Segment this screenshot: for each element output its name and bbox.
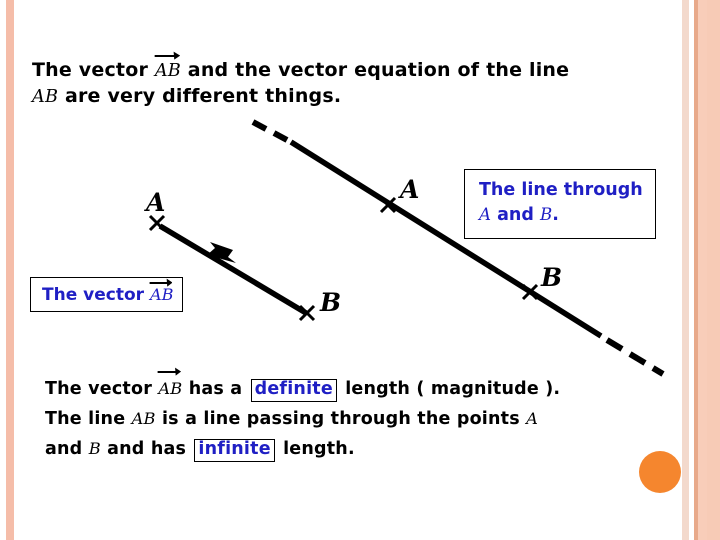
line-through-ab bbox=[251, 119, 665, 377]
callout-line-row-1: The line through bbox=[479, 178, 643, 203]
right-border-stripe-3 bbox=[698, 0, 707, 540]
callout-the-line-through-ab[interactable]: The line through A and B. bbox=[464, 169, 656, 239]
callout-line-text-1: The line through bbox=[479, 180, 643, 200]
bottom-line-2: The line AB is a line passing through th… bbox=[45, 404, 560, 434]
intro-line1-post: and the vector equation of the line bbox=[180, 59, 570, 81]
line-dash-top-1 bbox=[251, 119, 268, 132]
bottom-l3-post: length. bbox=[276, 439, 355, 460]
callout-line-row-2: A and B. bbox=[479, 203, 643, 228]
bottom-l1-post: length ( magnitude ). bbox=[338, 379, 561, 399]
bottom-vector-ab: AB bbox=[157, 367, 183, 404]
vector-ab-arrowhead-icon bbox=[207, 242, 236, 263]
intro-line2-post: are very different things. bbox=[58, 84, 342, 107]
bottom-l1-pre: The vector bbox=[45, 379, 159, 399]
callout-the-vector-ab[interactable]: The vector AB bbox=[30, 277, 184, 312]
callout-line-end: . bbox=[552, 205, 559, 226]
bottom-l2-pre: The line bbox=[45, 409, 132, 430]
line-point-b-marker bbox=[521, 283, 539, 301]
vector-point-a-marker bbox=[148, 214, 166, 232]
highlight-infinite[interactable]: infinite bbox=[194, 439, 275, 462]
line-point-a-label: A bbox=[400, 175, 420, 204]
bottom-l1-mid: has a bbox=[182, 379, 249, 399]
bottom-paragraph: The vector AB has a definite length ( ma… bbox=[45, 367, 561, 464]
bottom-line-1: The vector AB has a definite length ( ma… bbox=[45, 367, 561, 404]
bottom-l3-mid: and has bbox=[100, 439, 193, 460]
intro-line-2: AB are very different things. bbox=[32, 84, 569, 110]
bottom-l3-pre: and bbox=[45, 439, 89, 460]
right-border-stripe-1 bbox=[682, 0, 689, 540]
line-point-a-marker bbox=[379, 196, 397, 214]
callout-line-b: B bbox=[539, 205, 553, 225]
slide-canvas: The vector AB and the vector equation of… bbox=[0, 0, 720, 540]
callout-vector-math-wrap: AB bbox=[149, 278, 174, 305]
intro-line-1: The vector AB and the vector equation of… bbox=[32, 51, 570, 84]
line-dash-top-2 bbox=[272, 130, 289, 143]
vector-point-b-label: B bbox=[320, 288, 342, 317]
vector-overbar-arrow-icon bbox=[157, 367, 182, 376]
bottom-l1-vec: AB bbox=[158, 379, 183, 398]
vector-point-b-marker bbox=[298, 304, 316, 322]
line-dash-bottom-2 bbox=[628, 351, 647, 366]
bottom-l2-end-math: A bbox=[526, 409, 539, 429]
right-border-stripe-4 bbox=[707, 0, 720, 540]
intro-line2-math: AB bbox=[32, 86, 59, 107]
callout-line-a: A bbox=[479, 205, 491, 225]
callout-vector-math: AB bbox=[149, 285, 174, 304]
highlight-definite[interactable]: definite bbox=[250, 379, 337, 402]
bottom-line-3: and B and has infinite length. bbox=[45, 434, 560, 464]
line-point-b-label: B bbox=[541, 263, 563, 292]
intro-vector-ab-label: AB bbox=[154, 61, 181, 81]
intro-line1-pre: The vector bbox=[32, 59, 155, 81]
bottom-l2-post: is a line passing through the points bbox=[155, 409, 527, 430]
orange-circle-decoration bbox=[639, 451, 681, 493]
callout-vector-text: The vector bbox=[42, 285, 150, 305]
vector-point-a-label: A bbox=[146, 188, 166, 217]
bottom-l2-math: AB bbox=[131, 409, 156, 429]
callout-line-mid: and bbox=[491, 205, 540, 226]
vector-overbar-arrow-icon bbox=[154, 51, 180, 60]
left-border-stripe bbox=[6, 0, 14, 540]
line-dash-bottom-1 bbox=[605, 337, 624, 352]
bottom-l3-math: B bbox=[88, 439, 101, 459]
line-dash-bottom-3 bbox=[651, 365, 665, 377]
intro-vector-ab: AB bbox=[154, 51, 181, 84]
intro-paragraph: The vector AB and the vector equation of… bbox=[32, 51, 570, 110]
